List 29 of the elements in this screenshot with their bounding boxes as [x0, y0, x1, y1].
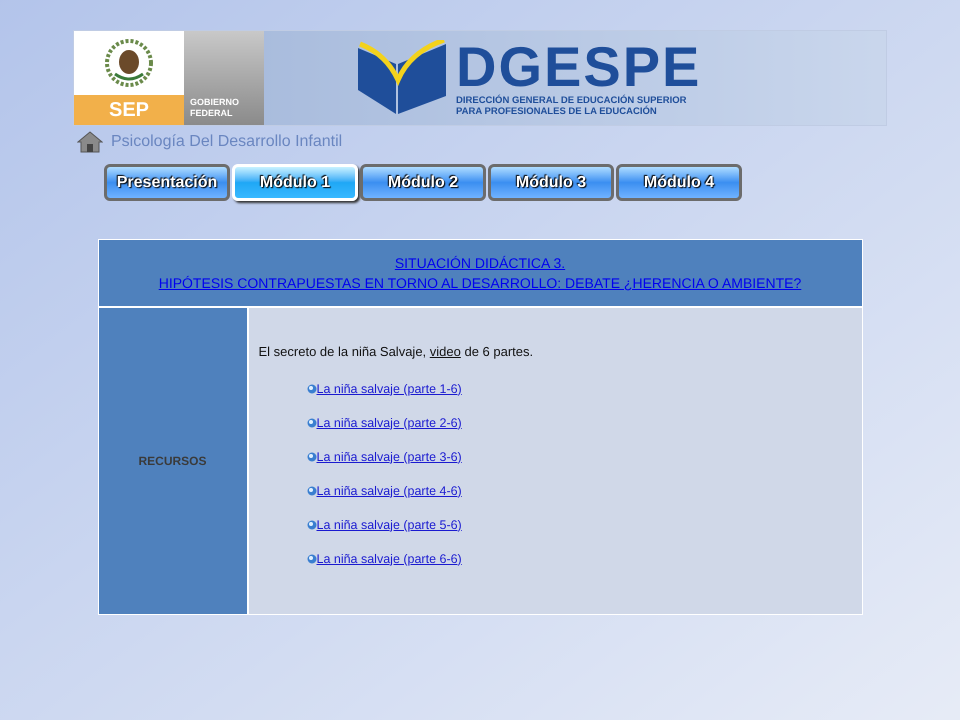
video-link[interactable]: video [430, 344, 461, 359]
globe-bullet-icon [306, 452, 316, 462]
dgespe-logo-text: DGESPE [456, 39, 702, 95]
video-part-link[interactable]: La niña salvaje (parte 4-6) [316, 484, 462, 498]
home-icon[interactable] [77, 131, 103, 153]
dgespe-subtitle: DIRECCIÓN GENERAL DE EDUCACIÓN SUPERIOR PARA PROFESIONALES DE LA EDUCACIÓN [456, 95, 688, 117]
video-part-link[interactable]: La niña salvaje (parte 6-6) [316, 552, 462, 566]
video-part-link[interactable]: La niña salvaje (parte 5-6) [316, 518, 462, 532]
breadcrumb-link[interactable]: Psicología Del Desarrollo Infantil [111, 130, 342, 154]
module-tab[interactable]: Presentación [104, 164, 230, 201]
globe-bullet-icon [306, 486, 316, 496]
module-tab[interactable]: Módulo 3 [488, 164, 614, 201]
row-label: RECURSOS [138, 453, 206, 470]
intro-text: El secreto de la niña Salvaje, video de 6 partes. [258, 343, 534, 361]
globe-bullet-icon [306, 418, 316, 428]
globe-bullet-icon [306, 520, 316, 530]
sep-label: SEP [74, 95, 184, 125]
section-title-link[interactable]: HIPÓTESIS CONTRAPUESTAS EN TORNO AL DESARROLLO: DEBATE ¿HERENCIA O AMBIENTE? [158, 273, 802, 293]
module-tab[interactable]: Módulo 4 [616, 164, 742, 201]
gobierno-federal-label: GOBIERNO FEDERAL [190, 97, 240, 119]
globe-bullet-icon [306, 384, 316, 394]
module-tab[interactable]: Módulo 2 [360, 164, 486, 201]
video-part-link[interactable]: La niña salvaje (parte 2-6) [316, 416, 462, 430]
module-tab[interactable]: Módulo 1 [232, 164, 358, 201]
section-title-link[interactable]: SITUACIÓN DIDÁCTICA 3. [394, 253, 566, 273]
video-part-link[interactable]: La niña salvaje (parte 3-6) [316, 450, 462, 464]
globe-bullet-icon [306, 554, 316, 564]
book-logo-icon [356, 40, 448, 116]
video-part-link[interactable]: La niña salvaje (parte 1-6) [316, 382, 462, 396]
